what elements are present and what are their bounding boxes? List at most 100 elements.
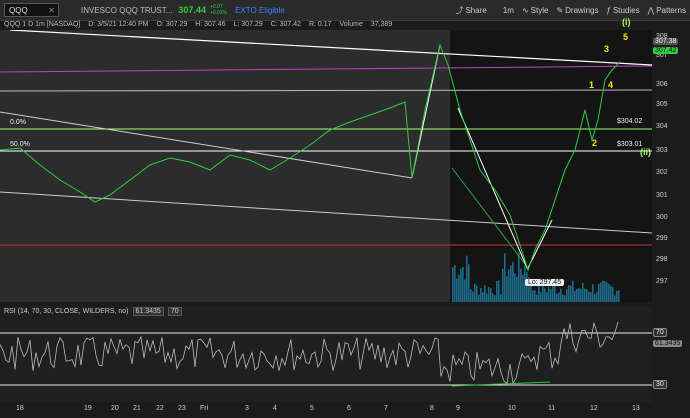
last-price: 307.44: [178, 5, 206, 15]
volume-bar: [536, 294, 538, 302]
volume-bar: [504, 253, 506, 302]
time-tick: 22: [156, 405, 164, 412]
clear-icon[interactable]: ✕: [48, 4, 55, 18]
volume-bar: [606, 282, 608, 302]
time-tick: 20: [111, 405, 119, 412]
volume-bar: [546, 292, 548, 302]
rsi-label: RSI (14, 70, 30, CLOSE, WILDERS, no): [4, 308, 129, 315]
price-tick: 300: [656, 214, 668, 221]
ohlc-low: L: 307.29: [233, 21, 263, 28]
volume-bar: [610, 285, 612, 302]
symbol-input[interactable]: QQQ ✕: [4, 3, 59, 17]
time-tick: 12: [590, 405, 598, 412]
volume-bar: [618, 290, 620, 302]
volume-bar: [604, 281, 606, 302]
volume-bar: [594, 293, 596, 302]
exto-eligible[interactable]: EXTO Eligible: [235, 6, 285, 15]
style-button[interactable]: ∿ Style: [522, 6, 549, 15]
wave-2-label: 2: [592, 138, 598, 148]
volume-bar: [452, 267, 454, 302]
current-session-bg: [450, 30, 652, 302]
price-tick: 303: [656, 147, 668, 154]
studies-label: Studies: [612, 5, 640, 15]
volume-bar: [508, 269, 510, 302]
drawings-button[interactable]: ✎ Drawings: [556, 6, 598, 15]
time-tick: 19: [84, 405, 92, 412]
drawings-icon: ✎: [556, 5, 564, 15]
price-chart[interactable]: [0, 29, 653, 302]
time-axis[interactable]: 18 19 20 21 22 23 Fri 3 4 5 6 7 8 9 10 1…: [0, 403, 652, 418]
wave-5-label: 5: [623, 32, 629, 42]
volume-bar: [584, 288, 586, 302]
studies-button[interactable]: ƒ Studies: [607, 6, 640, 15]
volume-bar: [582, 282, 584, 302]
volume-bar: [560, 288, 562, 302]
ohlc-high: H: 307.46: [195, 21, 226, 28]
wave-1-label: 1: [589, 80, 595, 90]
price-tick: 297: [656, 278, 668, 285]
wave-ii-label: (ii): [640, 147, 651, 157]
wave-i-label: (i): [622, 17, 631, 27]
volume-bar: [514, 273, 516, 302]
volume-bar: [608, 284, 610, 302]
ohlc-line: QQQ 1 D 1m [NASDAQ] D: 3/5/21 12:40 PM O…: [4, 21, 398, 28]
volume-bar: [564, 295, 566, 302]
patterns-label: Patterns: [656, 5, 686, 15]
time-tick: 8: [430, 405, 434, 412]
fib-0-label: 0.0%: [10, 119, 26, 126]
interval-button[interactable]: 1m: [503, 6, 514, 15]
volume-bar: [496, 280, 498, 302]
volume-bar: [472, 291, 474, 302]
volume-bar: [526, 272, 528, 302]
volume-bar: [612, 287, 614, 302]
volume-bar: [586, 288, 588, 302]
time-tick: 10: [508, 405, 516, 412]
volume-bar: [488, 287, 490, 302]
volume-bar: [480, 288, 482, 302]
rsi-value-tag: 61.3435: [653, 340, 683, 347]
ohlc-open: O: 307.29: [156, 21, 188, 28]
volume-bar: [578, 288, 580, 302]
volume-bar: [490, 288, 492, 302]
volume-bar: [544, 288, 546, 302]
rsi-70-tag: 70: [653, 328, 667, 337]
volume-bar: [464, 279, 466, 302]
volume-bar: [562, 294, 564, 302]
price-tick: 302: [656, 169, 668, 176]
ohlc-date: D: 3/5/21 12:40 PM: [88, 21, 149, 28]
volume-bar: [540, 292, 542, 302]
volume-bar: [580, 288, 582, 302]
volume-bar: [602, 280, 604, 302]
time-tick: 4: [273, 405, 277, 412]
volume-bar: [598, 283, 600, 302]
volume-bar: [590, 292, 592, 302]
price-tick: 301: [656, 192, 668, 199]
volume-bar: [506, 276, 508, 302]
volume-bar: [534, 290, 536, 302]
rsi-value: 61.3435: [132, 307, 164, 316]
patterns-button[interactable]: ⋀ Patterns: [648, 6, 686, 15]
rsi-panel[interactable]: [0, 306, 652, 402]
volume-bar: [522, 275, 524, 302]
interval-label: 1m: [502, 5, 514, 15]
volume-bar: [456, 278, 458, 302]
change-pct: +0.02%: [209, 10, 228, 16]
volume-bar: [614, 295, 616, 302]
volume-bar: [520, 268, 522, 302]
volume-bar: [556, 293, 558, 302]
toolbar-actions: ⤴ Share 1m ∿ Style ✎ Drawings ƒ Studies ⋀ Pat…: [447, 5, 690, 16]
time-tick: 9: [456, 405, 460, 412]
drawings-label: Drawings: [565, 5, 599, 15]
price-tick: 304: [656, 123, 668, 130]
volume-bar: [454, 265, 456, 302]
rsi-overbought-value: 70: [167, 307, 182, 316]
volume-bar: [516, 276, 518, 302]
volume-bar: [548, 286, 550, 302]
volume-bar: [510, 265, 512, 302]
share-icon: ⤴: [455, 5, 464, 15]
share-button[interactable]: ⤴ Share: [455, 5, 486, 16]
time-tick: 23: [178, 405, 186, 412]
style-icon: ∿: [521, 5, 529, 15]
volume-bar: [554, 285, 556, 302]
volume-bar: [466, 255, 468, 302]
